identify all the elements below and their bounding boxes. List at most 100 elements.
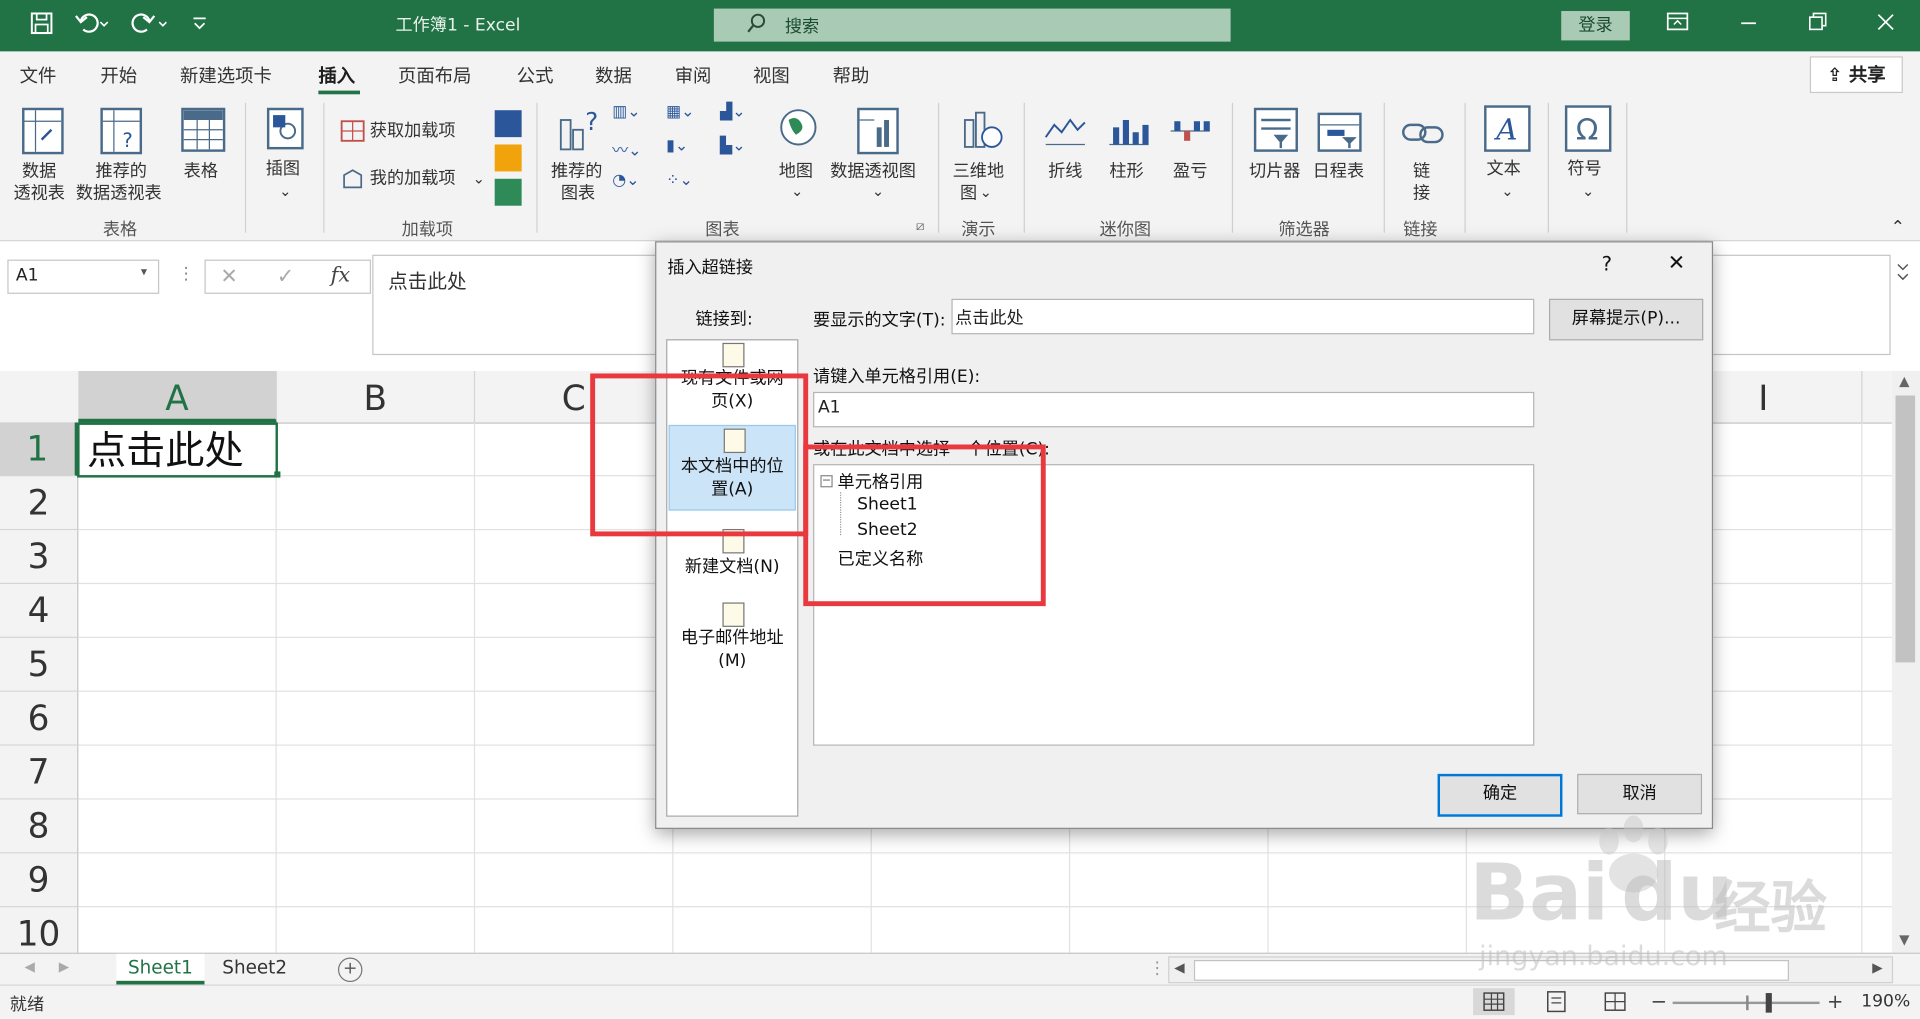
tab-split-grip-icon[interactable]: ⋮ bbox=[1149, 959, 1166, 979]
cell-reference-input[interactable]: A1 bbox=[813, 391, 1535, 428]
scatter-chart-icon[interactable]: ⁘⌄ bbox=[666, 171, 693, 189]
statistic-chart-icon[interactable]: ▮⌄ bbox=[666, 137, 688, 155]
link-option-email[interactable]: 电子邮件地址 (M) bbox=[667, 598, 797, 676]
next-sheet-icon[interactable]: ▶ bbox=[59, 959, 69, 975]
vertical-scrollbar[interactable]: ▲ ▼ bbox=[1891, 371, 1920, 953]
tab-insert[interactable]: 插入 bbox=[318, 62, 355, 88]
row-header-6[interactable]: 6 bbox=[0, 691, 79, 746]
combo-chart-icon[interactable]: ▙⌄ bbox=[720, 137, 746, 155]
name-box[interactable]: A1 ▾ bbox=[7, 259, 160, 294]
hierarchy-chart-icon[interactable]: ▦⌄ bbox=[666, 103, 694, 121]
scroll-up-icon[interactable]: ▲ bbox=[1899, 373, 1909, 389]
cancel-icon[interactable]: ✕ bbox=[220, 264, 237, 288]
page-layout-view-button[interactable] bbox=[1536, 988, 1578, 1015]
pie-chart-icon[interactable]: ◔⌄ bbox=[612, 171, 639, 189]
line-chart-icon[interactable]: 〰⌄ bbox=[612, 137, 641, 160]
recommended-charts-button[interactable]: ? 推荐的 图表 bbox=[549, 100, 613, 210]
undo-icon[interactable] bbox=[73, 11, 110, 43]
scroll-left-icon[interactable]: ◀ bbox=[1174, 960, 1184, 976]
link-button[interactable]: 链 接 bbox=[1393, 100, 1452, 210]
sheet-tab-sheet1[interactable]: Sheet1 bbox=[116, 953, 205, 985]
my-addins-button[interactable]: 我的加载项 ⌄ bbox=[338, 165, 497, 192]
row-header-7[interactable]: 7 bbox=[0, 745, 79, 800]
close-dialog-icon[interactable]: ✕ bbox=[1668, 251, 1685, 275]
slicer-button[interactable]: 切片器 bbox=[1244, 100, 1308, 210]
text-button[interactable]: A 文本 ⌄ bbox=[1474, 100, 1540, 210]
waterfall-chart-icon[interactable]: ▟⌄ bbox=[720, 103, 746, 121]
tab-file[interactable]: 文件 bbox=[20, 62, 57, 88]
cancel-button[interactable]: 取消 bbox=[1577, 773, 1703, 815]
zoom-slider-thumb[interactable] bbox=[1765, 993, 1772, 1013]
help-icon[interactable]: ? bbox=[1602, 252, 1612, 275]
sparkline-winloss-button[interactable]: 盈亏 bbox=[1163, 100, 1219, 210]
ribbon-display-icon[interactable] bbox=[1666, 11, 1689, 40]
tab-formulas[interactable]: 公式 bbox=[517, 62, 554, 88]
zoom-in-button[interactable]: + bbox=[1827, 989, 1843, 1012]
scroll-down-icon[interactable]: ▼ bbox=[1899, 932, 1909, 948]
login-button[interactable]: 登录 bbox=[1561, 11, 1630, 41]
column-chart-icon[interactable]: ▥⌄ bbox=[612, 103, 640, 121]
formula-bar-grip-icon[interactable]: ⋮ bbox=[178, 264, 195, 284]
customize-icon[interactable] bbox=[191, 11, 208, 43]
symbols-button[interactable]: Ω 符号 ⌄ bbox=[1555, 100, 1621, 210]
zoom-slider[interactable] bbox=[1672, 993, 1820, 1013]
bing-icon[interactable] bbox=[494, 144, 522, 172]
sheet-tab-sheet2[interactable]: Sheet2 bbox=[211, 954, 299, 983]
ok-button[interactable]: 确定 bbox=[1437, 773, 1563, 817]
add-sheet-button[interactable]: + bbox=[337, 957, 363, 983]
sparkline-line-button[interactable]: 折线 bbox=[1038, 100, 1094, 210]
scroll-right-icon[interactable]: ▶ bbox=[1872, 960, 1882, 976]
enter-icon[interactable]: ✓ bbox=[277, 264, 294, 288]
tab-help[interactable]: 帮助 bbox=[833, 62, 870, 88]
share-button[interactable]: ⇪ 共享 bbox=[1809, 56, 1903, 94]
row-header-1[interactable]: 1 bbox=[0, 422, 79, 477]
3d-map-button[interactable]: 三维地 图 ⌄ bbox=[948, 100, 1012, 210]
row-header-9[interactable]: 9 bbox=[0, 853, 79, 908]
row-header-8[interactable]: 8 bbox=[0, 799, 79, 854]
page-break-view-button[interactable] bbox=[1594, 988, 1636, 1015]
tab-review[interactable]: 审阅 bbox=[675, 62, 712, 88]
tab-new[interactable]: 新建选项卡 bbox=[180, 62, 272, 88]
expand-formula-bar-icon[interactable] bbox=[1894, 260, 1911, 289]
row-header-5[interactable]: 5 bbox=[0, 637, 79, 692]
tab-home[interactable]: 开始 bbox=[100, 62, 137, 88]
insert-function-icon[interactable]: fx bbox=[331, 263, 350, 287]
get-addins-button[interactable]: 获取加载项 bbox=[338, 118, 497, 145]
save-icon[interactable] bbox=[29, 11, 53, 43]
row-header-3[interactable]: 3 bbox=[0, 530, 79, 585]
fill-handle[interactable] bbox=[274, 471, 281, 478]
column-header-a[interactable]: A bbox=[78, 371, 277, 423]
display-text-input[interactable]: 点击此处 bbox=[951, 298, 1535, 335]
restore-icon[interactable] bbox=[1807, 11, 1827, 40]
collapse-ribbon-icon[interactable]: ⌃ bbox=[1891, 218, 1905, 238]
row-header-4[interactable]: 4 bbox=[0, 584, 79, 638]
scrollbar-thumb[interactable] bbox=[1895, 395, 1916, 663]
zoom-out-button[interactable]: − bbox=[1651, 989, 1667, 1012]
dialog-launcher-icon[interactable]: ⧄ bbox=[916, 218, 925, 235]
table-button[interactable]: 表格 bbox=[174, 100, 230, 210]
minimize-icon[interactable] bbox=[1739, 11, 1759, 40]
tab-data[interactable]: 数据 bbox=[595, 62, 632, 88]
close-icon[interactable] bbox=[1876, 11, 1896, 40]
cell-a1[interactable]: 点击此处 bbox=[77, 422, 278, 478]
row-header-2[interactable]: 2 bbox=[0, 476, 79, 531]
timeline-button[interactable]: 日程表 bbox=[1308, 100, 1372, 210]
pivot-table-button[interactable]: 数据 透视表 bbox=[12, 100, 73, 210]
people-graph-icon[interactable] bbox=[494, 178, 522, 206]
tab-page-layout[interactable]: 页面布局 bbox=[398, 62, 471, 88]
illustrations-button[interactable]: 插图 ⌄ bbox=[255, 100, 316, 210]
visio-icon[interactable] bbox=[494, 110, 522, 138]
pivot-chart-button[interactable]: 数据透视图 ⌄ bbox=[828, 100, 926, 210]
maps-button[interactable]: 地图 ⌄ bbox=[771, 100, 825, 210]
chevron-down-icon[interactable]: ▾ bbox=[141, 266, 147, 279]
recommended-pivot-button[interactable]: ? 推荐的 数据透视表 bbox=[76, 100, 172, 210]
tab-view[interactable]: 视图 bbox=[753, 62, 790, 88]
sparkline-column-button[interactable]: 柱形 bbox=[1102, 100, 1158, 210]
previous-sheet-icon[interactable]: ◀ bbox=[24, 959, 34, 975]
zoom-level[interactable]: 190% bbox=[1861, 992, 1910, 1012]
normal-view-button[interactable] bbox=[1473, 988, 1515, 1016]
screentip-button[interactable]: 屏幕提示(P)... bbox=[1548, 298, 1704, 341]
redo-icon[interactable] bbox=[130, 11, 168, 43]
search-box[interactable]: 搜索 bbox=[713, 8, 1231, 42]
column-header-b[interactable]: B bbox=[277, 371, 476, 423]
